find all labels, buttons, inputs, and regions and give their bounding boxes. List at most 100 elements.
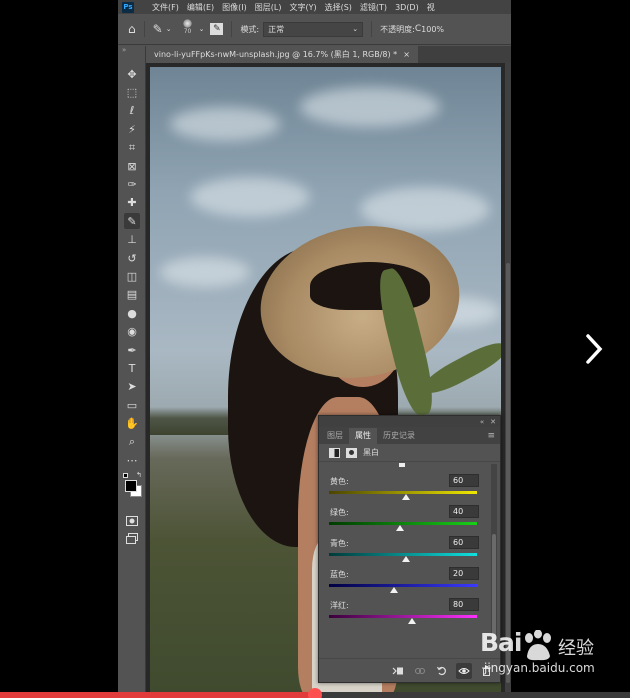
slider-thumb[interactable] bbox=[396, 525, 405, 531]
collapse-icon[interactable]: » bbox=[122, 46, 126, 54]
slider-thumb[interactable] bbox=[407, 618, 416, 624]
slider-value-input[interactable]: 40 bbox=[449, 505, 479, 518]
visibility-eye-icon[interactable] bbox=[456, 662, 472, 679]
gradient-tool-icon[interactable]: ▤ bbox=[124, 287, 140, 303]
menu-file[interactable]: 文件(F) bbox=[148, 2, 183, 13]
view-previous-state-icon[interactable] bbox=[412, 663, 428, 679]
tab-properties[interactable]: 属性 bbox=[349, 428, 377, 444]
menu-type[interactable]: 文字(Y) bbox=[285, 2, 320, 13]
document-tabs: vino-li-yuFFpKs-nwM-unsplash.jpg @ 16.7%… bbox=[146, 46, 511, 63]
panel-scrollbar[interactable] bbox=[491, 464, 497, 650]
home-icon[interactable]: ⌂ bbox=[128, 22, 136, 36]
menu-image[interactable]: 图像(I) bbox=[218, 2, 251, 13]
watermark: Bai 经验 jingyan.baidu.com bbox=[480, 628, 620, 684]
eyedropper-tool-icon[interactable]: ✑ bbox=[124, 176, 140, 192]
color-slider-row: 黄色: 60 bbox=[329, 474, 479, 502]
move-tool-icon[interactable]: ✥ bbox=[124, 66, 140, 82]
panel-header-bar: « ✕ bbox=[319, 416, 500, 427]
options-bar: ⌂ ✎ ⌄ 70 ⌄ ✎ 模式: 正常 ⌄ 不透明度: C 100% bbox=[118, 14, 511, 45]
more-tools-icon[interactable]: ⋯ bbox=[124, 452, 140, 468]
menu-layer[interactable]: 图层(L) bbox=[251, 2, 286, 13]
dodge-tool-icon[interactable]: ◉ bbox=[124, 324, 140, 340]
panel-footer bbox=[319, 658, 500, 682]
reset-colors-icon[interactable] bbox=[123, 473, 128, 478]
chevron-down-icon[interactable]: ⌄ bbox=[166, 25, 172, 33]
hand-tool-icon[interactable]: ✋ bbox=[124, 416, 140, 432]
path-select-tool-icon[interactable]: ➤ bbox=[124, 379, 140, 395]
next-slide-chevron-icon[interactable] bbox=[582, 333, 608, 365]
color-slider-row: 蓝色: 20 bbox=[329, 567, 479, 595]
quick-mask-icon[interactable] bbox=[124, 513, 140, 529]
menu-filter[interactable]: 滤镜(T) bbox=[356, 2, 391, 13]
tab-history[interactable]: 历史记录 bbox=[377, 428, 421, 444]
canvas-scrollbar[interactable] bbox=[505, 63, 511, 698]
slider-label: 青色: bbox=[330, 539, 349, 548]
blur-tool-icon[interactable]: ● bbox=[124, 305, 140, 321]
clip-to-layer-icon[interactable] bbox=[390, 663, 406, 679]
magic-wand-tool-icon[interactable]: ⚡ bbox=[124, 121, 140, 137]
type-tool-icon[interactable]: T bbox=[124, 360, 140, 376]
video-progress-bar[interactable] bbox=[0, 688, 630, 698]
color-swatches[interactable]: ↰ bbox=[123, 471, 143, 497]
menu-edit[interactable]: 编辑(E) bbox=[183, 2, 218, 13]
close-panel-icon[interactable]: ✕ bbox=[490, 418, 496, 426]
scroll-thumb[interactable] bbox=[506, 263, 510, 683]
brush-size-value: 70 bbox=[183, 28, 192, 35]
mode-label: 模式: bbox=[240, 24, 260, 34]
chevron-down-icon[interactable]: ⌄ bbox=[199, 25, 205, 33]
cloud bbox=[300, 87, 440, 127]
pen-tool-icon[interactable]: ✒ bbox=[124, 342, 140, 358]
divider bbox=[231, 21, 233, 37]
marquee-tool-icon[interactable]: ⬚ bbox=[124, 84, 140, 100]
cloud bbox=[170, 107, 280, 141]
shape-tool-icon[interactable]: ▭ bbox=[124, 397, 140, 413]
slider-value-input[interactable]: 80 bbox=[449, 598, 479, 611]
adjustment-layer-icon[interactable] bbox=[329, 447, 340, 458]
slider-thumb[interactable] bbox=[401, 494, 410, 500]
eraser-tool-icon[interactable]: ◫ bbox=[124, 268, 140, 284]
brush-tool-preset-icon[interactable]: ✎ bbox=[153, 22, 163, 36]
healing-tool-icon[interactable]: ✚ bbox=[124, 195, 140, 211]
brush-tool-icon[interactable]: ✎ bbox=[124, 213, 140, 230]
watermark-url: jingyan.baidu.com bbox=[484, 661, 595, 675]
foreground-color-swatch[interactable] bbox=[125, 480, 137, 492]
stamp-tool-icon[interactable]: ⊥ bbox=[124, 232, 140, 248]
document-tab[interactable]: vino-li-yuFFpKs-nwM-unsplash.jpg @ 16.7%… bbox=[146, 46, 418, 63]
zoom-tool-icon[interactable]: ⌕ bbox=[124, 434, 140, 450]
swap-colors-icon[interactable]: ↰ bbox=[136, 471, 142, 479]
layer-mask-icon[interactable] bbox=[346, 447, 357, 458]
slider-track[interactable] bbox=[329, 615, 477, 618]
slider-thumb[interactable] bbox=[390, 587, 399, 593]
panel-menu-icon[interactable]: ≡ bbox=[487, 431, 495, 441]
brush-size-picker[interactable]: 70 bbox=[180, 19, 196, 39]
brush-settings-icon[interactable]: ✎ bbox=[210, 23, 224, 35]
slider-track[interactable] bbox=[329, 584, 477, 587]
collapse-panel-icon[interactable]: « bbox=[480, 418, 484, 426]
cloud bbox=[160, 257, 250, 287]
previous-slider-thumb[interactable] bbox=[399, 463, 405, 467]
ps-logo: Ps bbox=[122, 1, 134, 13]
properties-panel: « ✕ 图层 属性 历史记录 ≡ 黑白 黄色: 60 绿色: 40 青色: 60 蓝色: 20… bbox=[318, 415, 501, 683]
progress-knob[interactable] bbox=[308, 688, 322, 698]
opacity-value[interactable]: 100% bbox=[421, 25, 444, 34]
mode-select[interactable]: 正常 ⌄ bbox=[263, 21, 364, 37]
baidu-paw-icon bbox=[525, 630, 551, 661]
menu-3d[interactable]: 3D(D) bbox=[391, 3, 423, 12]
close-icon[interactable]: × bbox=[403, 50, 410, 59]
watermark-logo: Bai bbox=[480, 628, 522, 657]
divider bbox=[371, 21, 373, 37]
menu-select[interactable]: 选择(S) bbox=[321, 2, 356, 13]
history-brush-tool-icon[interactable]: ↺ bbox=[124, 250, 140, 266]
lasso-tool-icon[interactable]: ℓ bbox=[124, 103, 140, 119]
slider-value-input[interactable]: 60 bbox=[449, 536, 479, 549]
slider-value-input[interactable]: 60 bbox=[449, 474, 479, 487]
crop-tool-icon[interactable]: ⌗ bbox=[124, 140, 140, 156]
reset-icon[interactable] bbox=[434, 663, 450, 679]
menu-view[interactable]: 视 bbox=[423, 2, 439, 13]
adjustment-title: 黑白 bbox=[363, 448, 379, 457]
screen-mode-icon[interactable] bbox=[124, 530, 140, 546]
slider-thumb[interactable] bbox=[401, 556, 410, 562]
tab-layers[interactable]: 图层 bbox=[321, 428, 349, 444]
frame-tool-icon[interactable]: ⊠ bbox=[124, 158, 140, 174]
slider-value-input[interactable]: 20 bbox=[449, 567, 479, 580]
